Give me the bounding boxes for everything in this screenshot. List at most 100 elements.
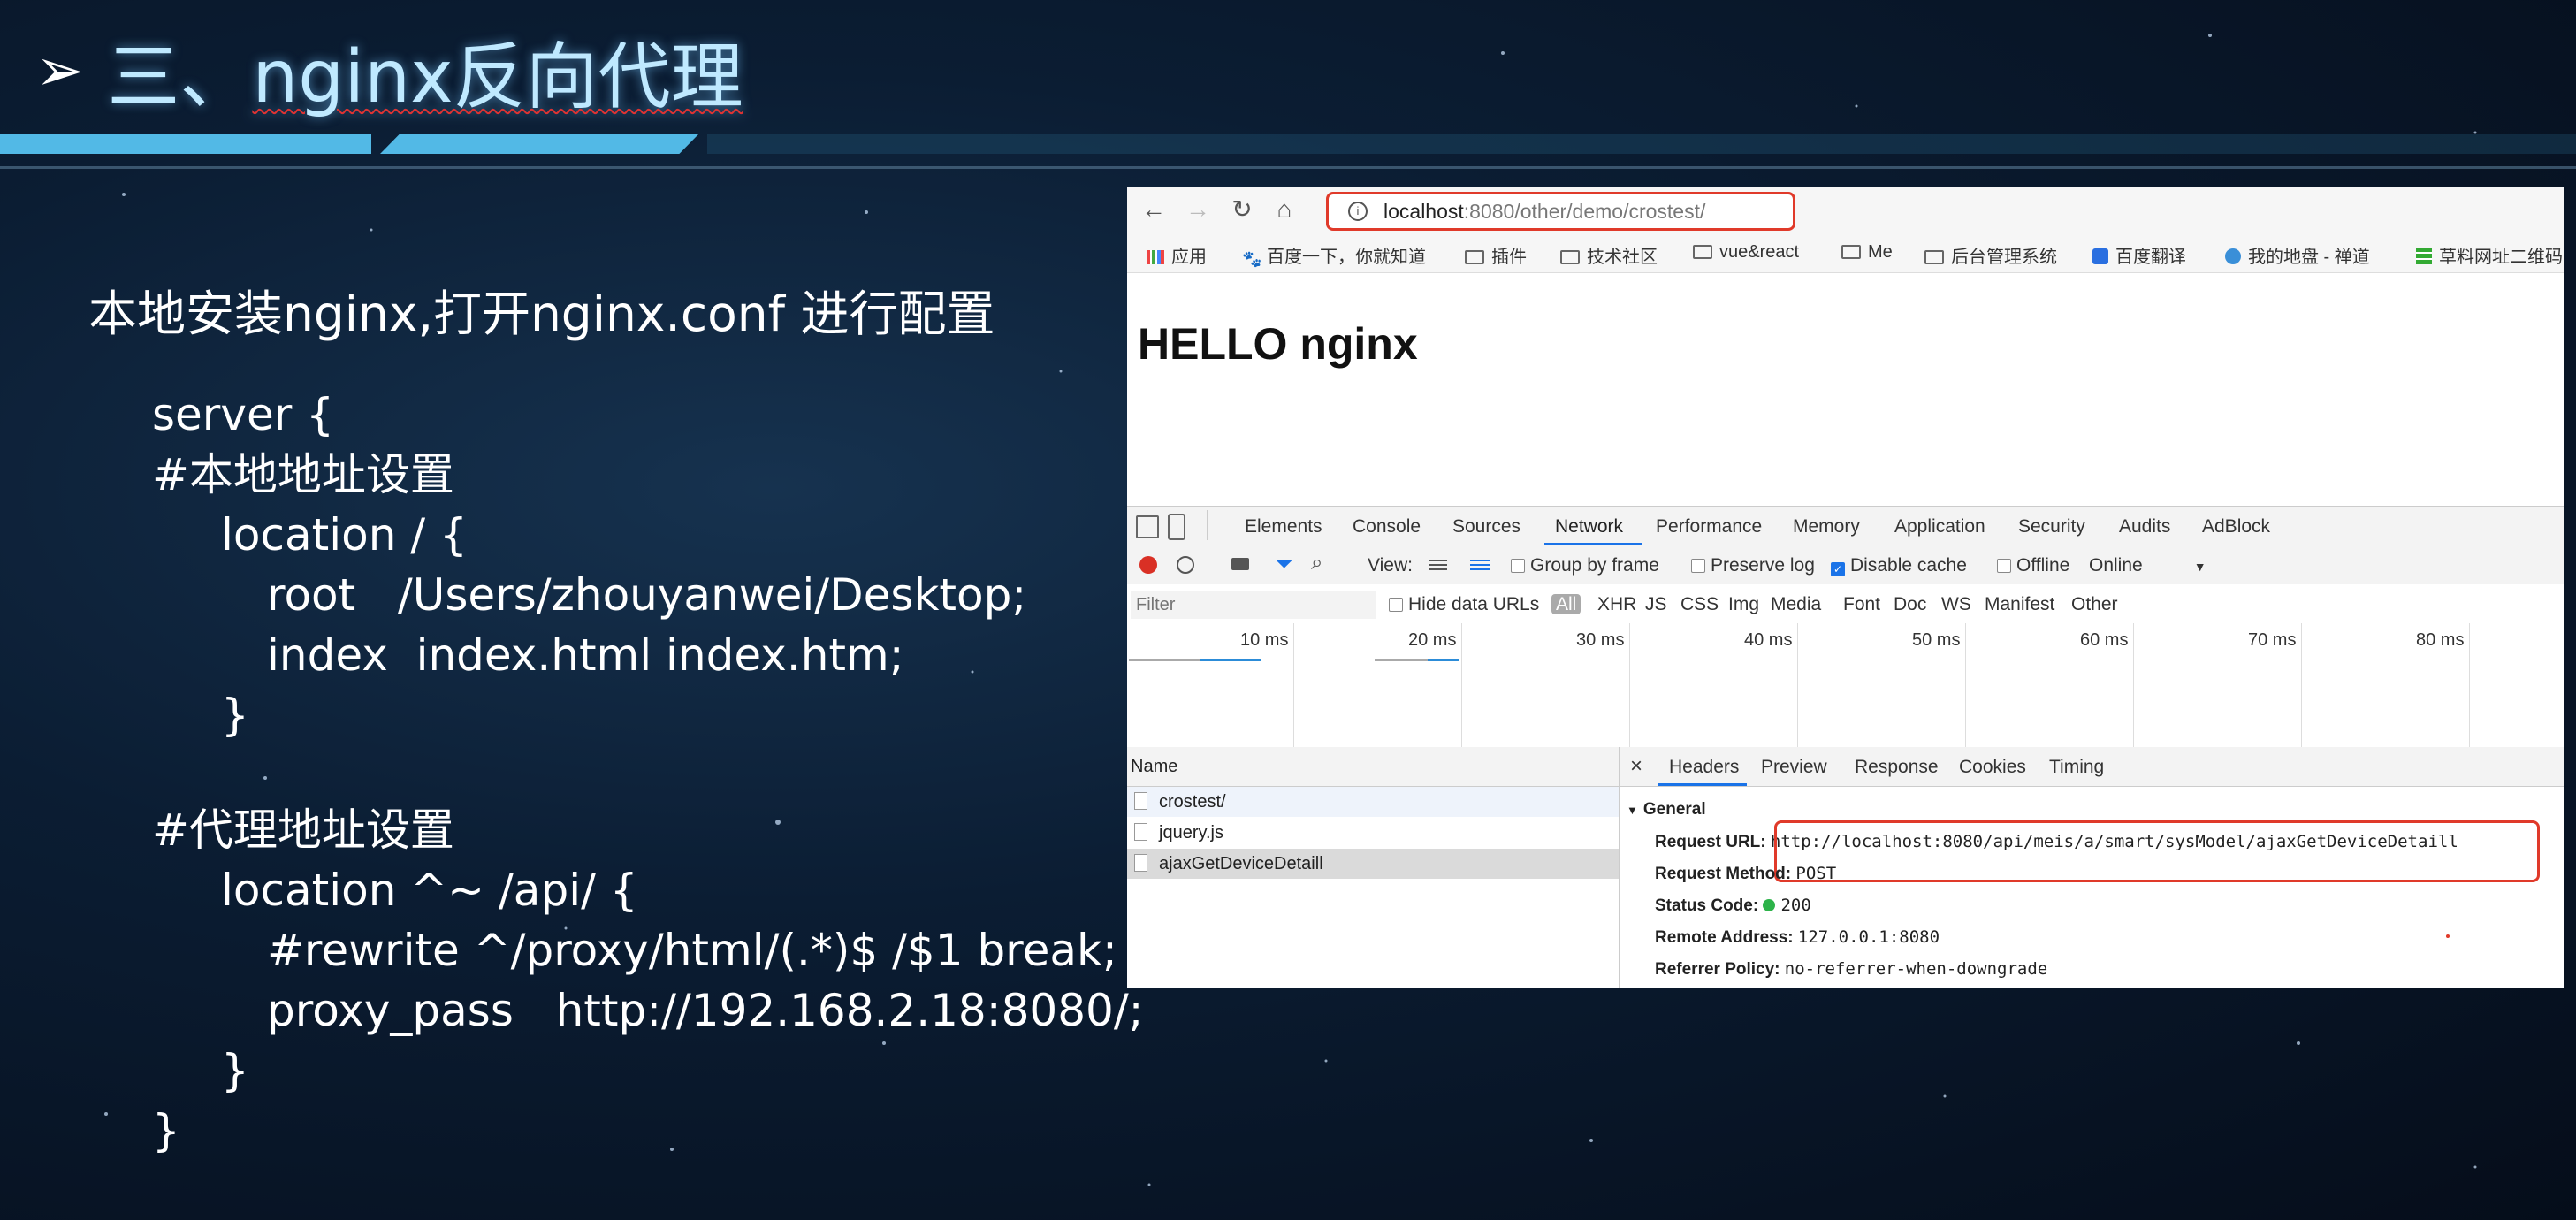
intro-text: 本地安装nginx,打开nginx.conf 进行配置 <box>88 286 995 342</box>
disable-cache-checkbox[interactable]: ✓ Disable cache <box>1831 555 1967 576</box>
highlight-box <box>1774 820 2540 882</box>
filter-input[interactable] <box>1131 591 1376 619</box>
network-timeline[interactable]: 10 ms 20 ms 30 ms 40 ms 50 ms 60 ms 70 m… <box>1127 623 2564 748</box>
timeline-gridline <box>1965 623 1966 747</box>
code-line: } <box>221 1045 249 1096</box>
bookmark-item[interactable]: 后台管理系统 <box>1924 242 2057 268</box>
code-line: location / { <box>221 509 468 560</box>
tab-timing[interactable]: Timing <box>2049 757 2104 778</box>
home-icon[interactable]: ⌂ <box>1269 194 1300 225</box>
code-comment: #本地地址设置 <box>152 449 454 500</box>
timeline-tick: 40 ms <box>1744 630 1793 650</box>
name-column-header[interactable]: Name <box>1127 747 1619 787</box>
tab-response[interactable]: Response <box>1855 757 1939 778</box>
timeline-gridline <box>1797 623 1798 747</box>
type-filter-img[interactable]: Img <box>1728 594 1759 615</box>
general-section-toggle[interactable]: ▼ General <box>1627 800 1706 820</box>
type-filter-css[interactable]: CSS <box>1680 594 1719 615</box>
close-icon[interactable]: × <box>1630 754 1642 779</box>
tab-preview[interactable]: Preview <box>1761 757 1827 778</box>
folder-icon <box>1924 250 1944 264</box>
tab-audits[interactable]: Audits <box>2119 516 2170 538</box>
devtools-panel: Elements Console Sources Network Perform… <box>1127 506 2564 988</box>
slide-title: ➢ 三、 nginx反向代理 <box>35 21 743 119</box>
device-toolbar-icon[interactable] <box>1168 514 1185 540</box>
type-filter-other[interactable]: Other <box>2071 594 2118 615</box>
file-icon <box>1134 823 1147 841</box>
tab-elements[interactable]: Elements <box>1245 516 1322 538</box>
type-filter-ws[interactable]: WS <box>1941 594 1971 615</box>
request-row[interactable]: crostest/ <box>1127 787 1619 817</box>
code-line: location ^~ /api/ { <box>221 865 638 916</box>
bookmark-item[interactable]: 插件 <box>1465 242 1527 268</box>
tab-headers[interactable]: Headers <box>1669 757 1739 778</box>
type-filter-font[interactable]: Font <box>1843 594 1880 615</box>
search-icon[interactable]: ⌕ <box>1311 551 1322 576</box>
reload-icon[interactable]: ↻ <box>1226 194 1258 225</box>
timeline-gridline <box>2469 623 2470 747</box>
paw-icon: 🐾 <box>1242 250 1262 268</box>
bookmarks-bar: 应用 🐾 百度一下，你就知道 插件 技术社区 vue&react Me 后台管理系… <box>1127 232 2564 273</box>
bookmark-item[interactable]: Me <box>1841 242 1893 263</box>
address-url[interactable]: localhost:8080/other/demo/crostest/ <box>1383 200 1705 224</box>
bookmark-item[interactable]: 🐾 百度一下，你就知道 <box>1242 242 1426 268</box>
info-icon[interactable]: i <box>1348 202 1368 221</box>
forward-icon[interactable]: → <box>1182 194 1214 225</box>
request-row-selected[interactable]: ajaxGetDeviceDetaill <box>1127 849 1619 879</box>
tab-network[interactable]: Network <box>1555 516 1623 538</box>
type-filter-manifest[interactable]: Manifest <box>1985 594 2054 615</box>
folder-icon <box>1841 245 1861 259</box>
code-comment: #代理地址设置 <box>152 804 454 856</box>
camera-icon[interactable] <box>1231 558 1249 570</box>
list-view-icon[interactable] <box>1429 558 1447 570</box>
timeline-gridline <box>2301 623 2302 747</box>
bookmark-apps[interactable]: 应用 <box>1147 242 1207 268</box>
timeline-bar <box>1129 659 1200 661</box>
waterfall-view-icon[interactable] <box>1470 558 1490 570</box>
type-filter-media[interactable]: Media <box>1771 594 1821 615</box>
address-bar[interactable]: i localhost:8080/other/demo/crostest/ <box>1326 192 1795 231</box>
referrer-policy-row: Referrer Policy: no-referrer-when-downgr… <box>1655 959 2048 979</box>
tab-performance[interactable]: Performance <box>1656 516 1762 538</box>
tab-memory[interactable]: Memory <box>1793 516 1860 538</box>
bookmark-item[interactable]: 我的地盘 - 禅道 <box>2225 242 2370 268</box>
tab-sources[interactable]: Sources <box>1452 516 1520 538</box>
globe-icon <box>2225 248 2241 264</box>
request-row[interactable]: jquery.js <box>1127 818 1619 848</box>
timeline-tick: 60 ms <box>2080 630 2129 650</box>
arrow-bullet-icon: ➢ <box>35 35 85 104</box>
status-dot-icon <box>1763 899 1776 911</box>
timeline-bar <box>1375 659 1428 661</box>
type-filter-all[interactable]: All <box>1551 594 1581 615</box>
timeline-tick: 70 ms <box>2248 630 2297 650</box>
code-line: server { <box>152 389 334 440</box>
file-icon <box>1134 854 1147 872</box>
code-line: } <box>221 690 249 741</box>
tab-application[interactable]: Application <box>1894 516 1985 538</box>
bookmark-item[interactable]: 草料网址二维码 <box>2416 242 2563 268</box>
bookmark-item[interactable]: vue&react <box>1693 242 1799 263</box>
title-band-faded <box>707 134 2576 154</box>
filter-icon[interactable]: ⏷ <box>1276 553 1292 577</box>
inspect-element-icon[interactable] <box>1136 515 1159 538</box>
apps-grid-icon <box>1147 250 1164 264</box>
divider <box>1207 510 1208 540</box>
clear-icon[interactable] <box>1177 556 1194 574</box>
tab-adblock[interactable]: AdBlock <box>2202 516 2270 538</box>
tab-security[interactable]: Security <box>2018 516 2085 538</box>
group-by-frame-checkbox[interactable]: Group by frame <box>1511 555 1659 576</box>
record-icon[interactable] <box>1139 556 1157 574</box>
bookmark-item[interactable]: 技术社区 <box>1560 242 1658 268</box>
preserve-log-checkbox[interactable]: Preserve log <box>1691 555 1815 576</box>
offline-checkbox[interactable]: Offline <box>1997 555 2069 576</box>
hide-data-urls-checkbox[interactable]: Hide data URLs <box>1389 594 1539 615</box>
translate-icon <box>2092 248 2108 264</box>
bookmark-item[interactable]: 百度翻译 <box>2092 242 2186 268</box>
throttle-select[interactable]: Online ▼ <box>2089 555 2206 576</box>
type-filter-doc[interactable]: Doc <box>1894 594 1926 615</box>
type-filter-xhr[interactable]: XHR <box>1597 594 1636 615</box>
type-filter-js[interactable]: JS <box>1645 594 1667 615</box>
tab-console[interactable]: Console <box>1353 516 1421 538</box>
tab-cookies[interactable]: Cookies <box>1959 757 2026 778</box>
back-icon[interactable]: ← <box>1138 194 1170 225</box>
